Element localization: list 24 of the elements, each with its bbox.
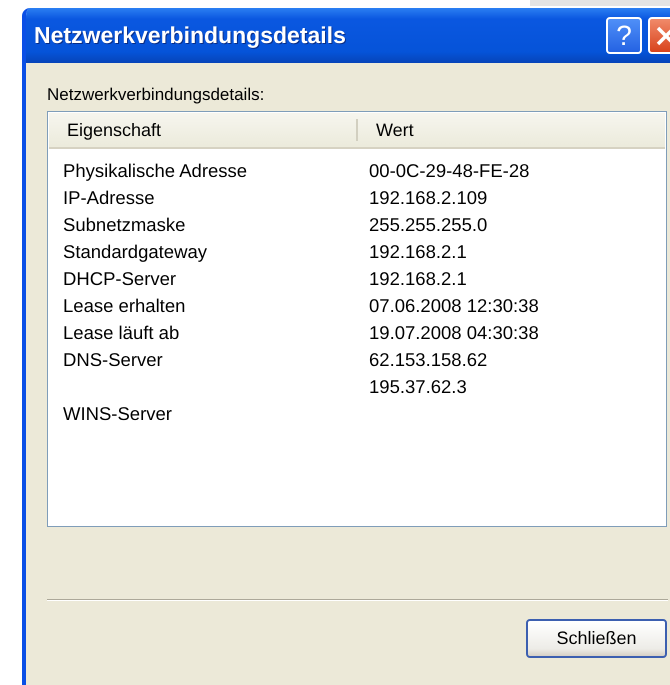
value-cell-text: 62.153.158.62 xyxy=(368,348,488,370)
value-cell-text: 255.255.255.0 xyxy=(368,214,488,236)
value-cell-text: 00-0C-29-48-FE-28 xyxy=(368,160,530,182)
property-cell-text: DHCP-Server xyxy=(62,268,176,290)
property-cell-text: DNS-Server xyxy=(62,348,163,370)
window-title: Netzwerkverbindungsdetails xyxy=(34,22,347,49)
value-cell-text: 195.37.62.3 xyxy=(368,376,467,398)
value-cell-text: 192.168.2.1 xyxy=(368,240,467,262)
value-cell-text: 192.168.2.1 xyxy=(368,268,467,290)
property-cell-text: Lease erhalten xyxy=(62,294,186,316)
property-cell-text: Lease läuft ab xyxy=(62,322,180,344)
help-button[interactable]: ? xyxy=(606,17,642,54)
property-cell-text: WINS-Server xyxy=(62,402,172,424)
close-dialog-button[interactable]: Schließen xyxy=(526,619,667,658)
column-header[interactable]: Wert xyxy=(356,119,665,141)
value-cell-text: 19.07.2008 04:30:38 xyxy=(368,322,539,344)
property-cell-text: IP-Adresse xyxy=(62,186,155,208)
value-cell-text: 192.168.2.109 xyxy=(368,186,488,208)
column-header[interactable]: Eigenschaft xyxy=(49,113,356,147)
property-cell-text: Subnetzmaske xyxy=(62,214,186,236)
value-cell-text: 07.06.2008 12:30:38 xyxy=(368,294,539,316)
property-cell-text: Physikalische Adresse xyxy=(62,160,248,182)
property-cell-text: Standardgateway xyxy=(62,240,207,262)
list-label: Netzwerkverbindungsdetails: xyxy=(47,85,266,105)
